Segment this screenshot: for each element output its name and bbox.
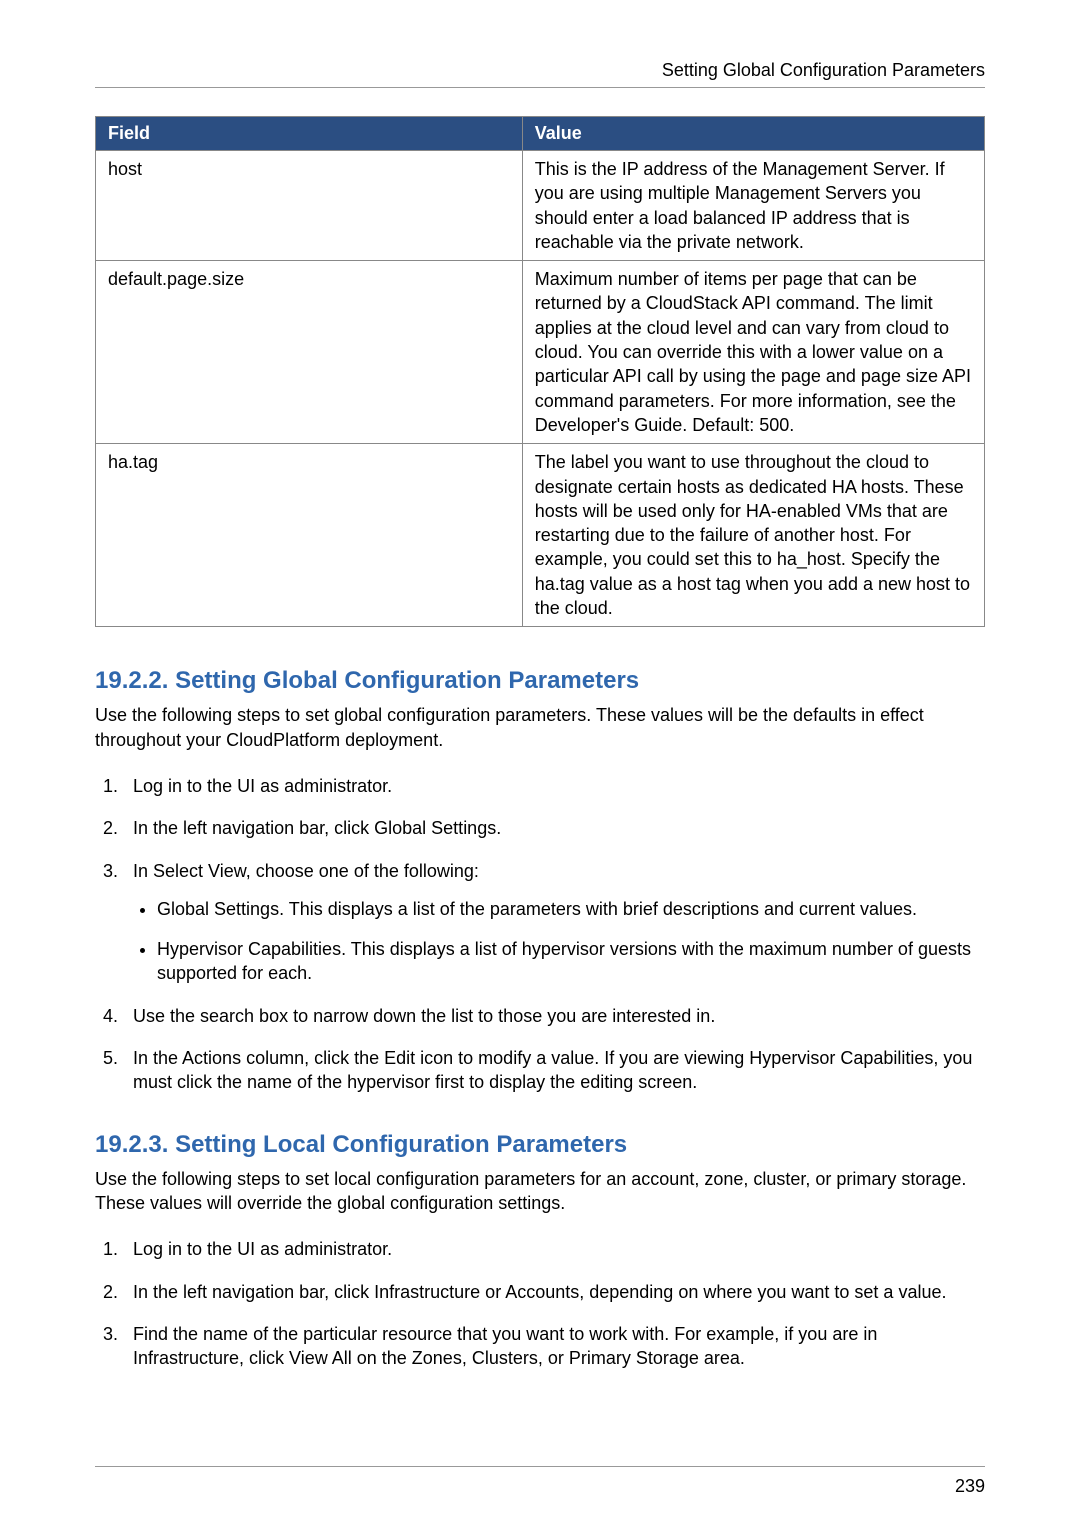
section-intro-global: Use the following steps to set global co…: [95, 703, 985, 752]
steps-local: Log in to the UI as administrator. In th…: [95, 1237, 985, 1370]
list-item: In the left navigation bar, click Infras…: [123, 1280, 985, 1304]
cell-value: Maximum number of items per page that ca…: [522, 261, 984, 444]
section-intro-local: Use the following steps to set local con…: [95, 1167, 985, 1216]
sub-bullets: Global Settings. This displays a list of…: [133, 897, 985, 986]
cell-value: The label you want to use throughout the…: [522, 444, 984, 627]
page-number: 239: [955, 1476, 985, 1497]
running-header: Setting Global Configuration Parameters: [95, 60, 985, 81]
list-item: Use the search box to narrow down the li…: [123, 1004, 985, 1028]
header-rule: [95, 87, 985, 88]
cell-value: This is the IP address of the Management…: [522, 151, 984, 261]
list-item: In the left navigation bar, click Global…: [123, 816, 985, 840]
list-item: In Select View, choose one of the follow…: [123, 859, 985, 986]
config-table: Field Value host This is the IP address …: [95, 116, 985, 627]
cell-field: ha.tag: [96, 444, 523, 627]
list-item: Find the name of the particular resource…: [123, 1322, 985, 1371]
list-item: In the Actions column, click the Edit ic…: [123, 1046, 985, 1095]
cell-field: default.page.size: [96, 261, 523, 444]
section-title-local: 19.2.3. Setting Local Configuration Para…: [95, 1131, 985, 1159]
list-item: Log in to the UI as administrator.: [123, 774, 985, 798]
list-item-text: In Select View, choose one of the follow…: [133, 861, 479, 881]
section-title-global: 19.2.2. Setting Global Configuration Par…: [95, 667, 985, 695]
list-item: Hypervisor Capabilities. This displays a…: [157, 937, 985, 986]
list-item: Global Settings. This displays a list of…: [157, 897, 985, 921]
table-row: host This is the IP address of the Manag…: [96, 151, 985, 261]
column-header-value: Value: [522, 117, 984, 151]
cell-field: host: [96, 151, 523, 261]
list-item: Log in to the UI as administrator.: [123, 1237, 985, 1261]
footer-rule: [95, 1466, 985, 1467]
column-header-field: Field: [96, 117, 523, 151]
table-row: default.page.size Maximum number of item…: [96, 261, 985, 444]
steps-global: Log in to the UI as administrator. In th…: [95, 774, 985, 1095]
table-row: ha.tag The label you want to use through…: [96, 444, 985, 627]
